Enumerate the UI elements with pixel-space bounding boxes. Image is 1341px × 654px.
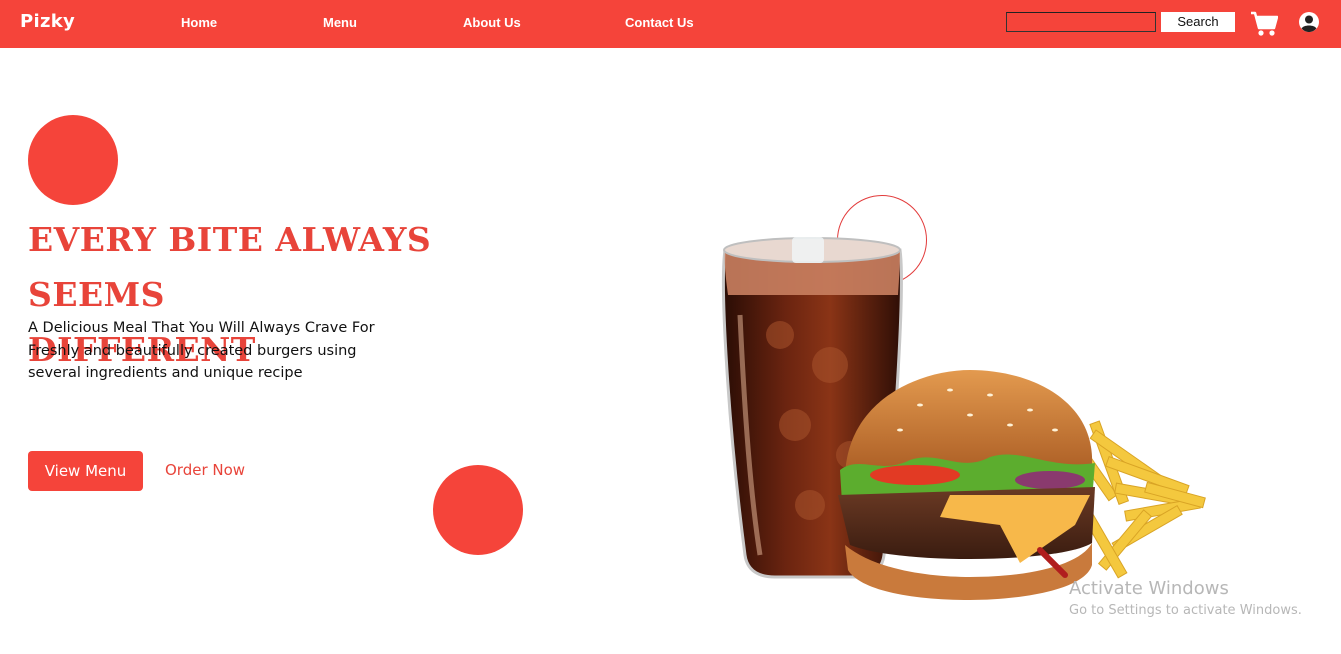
nav-link-contact-us[interactable]: Contact Us [625, 15, 694, 30]
watermark-title: Activate Windows [1069, 578, 1229, 599]
search-button[interactable]: Search [1161, 12, 1235, 32]
windows-activation-watermark: Activate Windows Go to Settings to activ… [1069, 578, 1302, 622]
nav-link-home[interactable]: Home [181, 15, 217, 30]
tagline-line-1: A Delicious Meal That You Will Always Cr… [28, 320, 375, 336]
navbar: Pizky Home Menu About Us Contact Us Sear… [0, 0, 1341, 48]
cart-icon[interactable] [1250, 11, 1278, 37]
nav-link-about-us[interactable]: About Us [463, 15, 521, 30]
order-now-link[interactable]: Order Now [165, 461, 245, 479]
tagline-line-3: several ingredients and unique recipe [28, 365, 303, 381]
user-icon[interactable] [1298, 11, 1320, 33]
search-input[interactable] [1006, 12, 1156, 32]
burger-cola-fries-image [722, 237, 1206, 600]
watermark-subtitle: Go to Settings to activate Windows. [1069, 603, 1302, 618]
tagline-line-2: Freshly and beautifully created burgers … [28, 342, 357, 359]
brand-logo[interactable]: Pizky [20, 11, 75, 32]
hero-tagline: A Delicious Meal That You Will Always Cr… [28, 317, 428, 385]
headline-line-1: EVERY BITE ALWAYS SEEMS [28, 220, 432, 314]
decorative-circle-bottom [433, 465, 523, 555]
nav-link-menu[interactable]: Menu [323, 15, 357, 30]
view-menu-button[interactable]: View Menu [28, 451, 143, 491]
decorative-circle-top [28, 115, 118, 205]
